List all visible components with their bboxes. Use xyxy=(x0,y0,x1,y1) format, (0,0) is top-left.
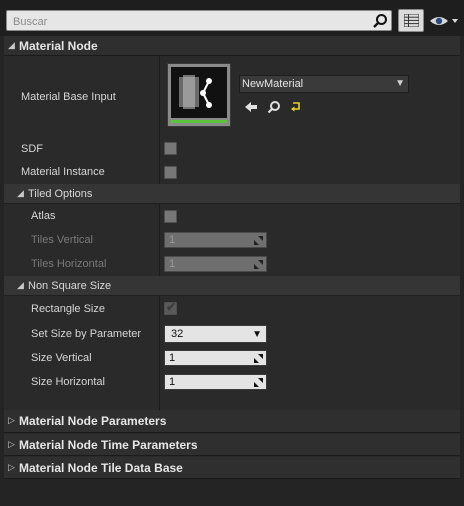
property-label: Atlas xyxy=(31,210,56,222)
category-title: Material Node Parameters xyxy=(19,414,167,428)
property-label: Tiles Horizontal xyxy=(31,258,107,270)
property-row-atlas: Atlas xyxy=(4,204,460,228)
subcategory-tiled-options[interactable]: ◢ Tiled Options xyxy=(4,184,460,204)
resize-drag-icon xyxy=(254,354,263,363)
category-material-node-tile-data-base[interactable]: ▷ Material Node Tile Data Base xyxy=(4,457,460,479)
category-title: Material Node Time Parameters xyxy=(19,438,198,452)
grid-view-icon xyxy=(404,14,419,27)
subcategory-non-square-size[interactable]: ◢ Non Square Size xyxy=(4,276,460,296)
category-title: Material Node xyxy=(19,39,98,53)
collapse-arrow-icon: ◢ xyxy=(17,188,24,198)
expand-arrow-icon: ▷ xyxy=(8,439,15,449)
asset-type-color-bar xyxy=(171,120,227,123)
category-material-node-parameters[interactable]: ▷ Material Node Parameters xyxy=(4,410,460,433)
material-instance-checkbox[interactable] xyxy=(164,166,177,179)
property-label: Rectangle Size xyxy=(31,302,105,315)
resize-drag-icon xyxy=(254,378,263,387)
expand-arrow-icon: ▷ xyxy=(8,462,15,472)
set-size-by-parameter-dropdown[interactable]: 32 ▼ xyxy=(164,325,267,343)
property-row-size-horizontal: Size Horizontal 1 xyxy=(4,370,460,394)
property-row-rectangle-size: Rectangle Size ✔ xyxy=(4,296,460,321)
details-panel: ◢ Material Node Material Base Input NewM… xyxy=(4,36,460,479)
column-divider xyxy=(159,56,160,184)
category-title: Material Node Tile Data Base xyxy=(19,461,183,475)
material-asset-picker[interactable]: NewMaterial ▼ xyxy=(239,75,409,93)
checkmark-icon: ✔ xyxy=(166,300,177,314)
property-label: Material Instance xyxy=(21,166,105,178)
grid-view-button[interactable] xyxy=(398,9,424,32)
category-material-node-time-parameters[interactable]: ▷ Material Node Time Parameters xyxy=(4,434,460,456)
details-toolbar xyxy=(0,0,464,36)
collapse-arrow-icon: ◢ xyxy=(17,280,24,290)
size-horizontal-field[interactable]: 1 xyxy=(164,374,267,390)
collapse-arrow-icon: ◢ xyxy=(8,40,15,50)
search-input[interactable] xyxy=(11,12,365,31)
property-label: Tiles Vertical xyxy=(31,234,93,246)
search-icon[interactable] xyxy=(372,13,388,29)
category-material-node[interactable]: ◢ Material Node xyxy=(4,36,460,56)
panel-spacer xyxy=(4,394,460,410)
material-thumbnail[interactable] xyxy=(167,63,231,127)
property-row-set-size-by-parameter: Set Size by Parameter 32 ▼ xyxy=(4,321,460,346)
chevron-down-icon: ▼ xyxy=(252,329,262,340)
reset-arrow-icon[interactable] xyxy=(289,100,303,114)
sdf-checkbox[interactable] xyxy=(164,142,177,155)
rectangle-size-checkbox[interactable]: ✔ xyxy=(164,300,177,315)
arrow-left-icon[interactable] xyxy=(244,100,258,114)
asset-name: NewMaterial xyxy=(242,78,304,90)
column-divider xyxy=(159,204,160,276)
size-vertical-field[interactable]: 1 xyxy=(164,350,267,366)
resize-drag-icon xyxy=(254,236,263,245)
property-row-tiles-horizontal: Tiles Horizontal 1 xyxy=(4,252,460,276)
panel-bottom-area xyxy=(0,480,464,506)
magnifier-icon[interactable] xyxy=(267,100,281,114)
visibility-options-button[interactable] xyxy=(428,11,460,31)
search-box[interactable] xyxy=(6,10,392,31)
material-preview-image xyxy=(179,75,212,109)
property-row-size-vertical: Size Vertical 1 xyxy=(4,346,460,370)
tiles-horizontal-field[interactable]: 1 xyxy=(164,256,267,272)
dropdown-value: 32 xyxy=(171,328,184,340)
eye-icon xyxy=(430,17,458,25)
property-row-sdf: SDF xyxy=(4,137,460,160)
field-value: 1 xyxy=(169,234,176,246)
subcategory-title: Tiled Options xyxy=(28,188,93,200)
property-label: Set Size by Parameter xyxy=(31,327,142,340)
resize-drag-icon xyxy=(254,260,263,269)
tiles-vertical-field[interactable]: 1 xyxy=(164,232,267,248)
property-label: Material Base Input xyxy=(21,90,116,103)
expand-arrow-icon: ▷ xyxy=(8,415,15,425)
property-row-material-base-input: Material Base Input xyxy=(4,56,460,137)
material-preview xyxy=(171,67,227,118)
subcategory-title: Non Square Size xyxy=(28,280,112,292)
property-label: Size Horizontal xyxy=(31,376,105,388)
field-value: 1 xyxy=(169,352,176,364)
property-row-tiles-vertical: Tiles Vertical 1 xyxy=(4,228,460,252)
chevron-down-icon: ▼ xyxy=(395,78,405,89)
field-value: 1 xyxy=(169,258,176,270)
atlas-checkbox[interactable] xyxy=(164,210,177,223)
column-divider xyxy=(159,296,160,410)
property-label: Size Vertical xyxy=(31,352,92,364)
property-label: SDF xyxy=(21,142,43,155)
property-row-material-instance: Material Instance xyxy=(4,160,460,184)
field-value: 1 xyxy=(169,376,176,388)
